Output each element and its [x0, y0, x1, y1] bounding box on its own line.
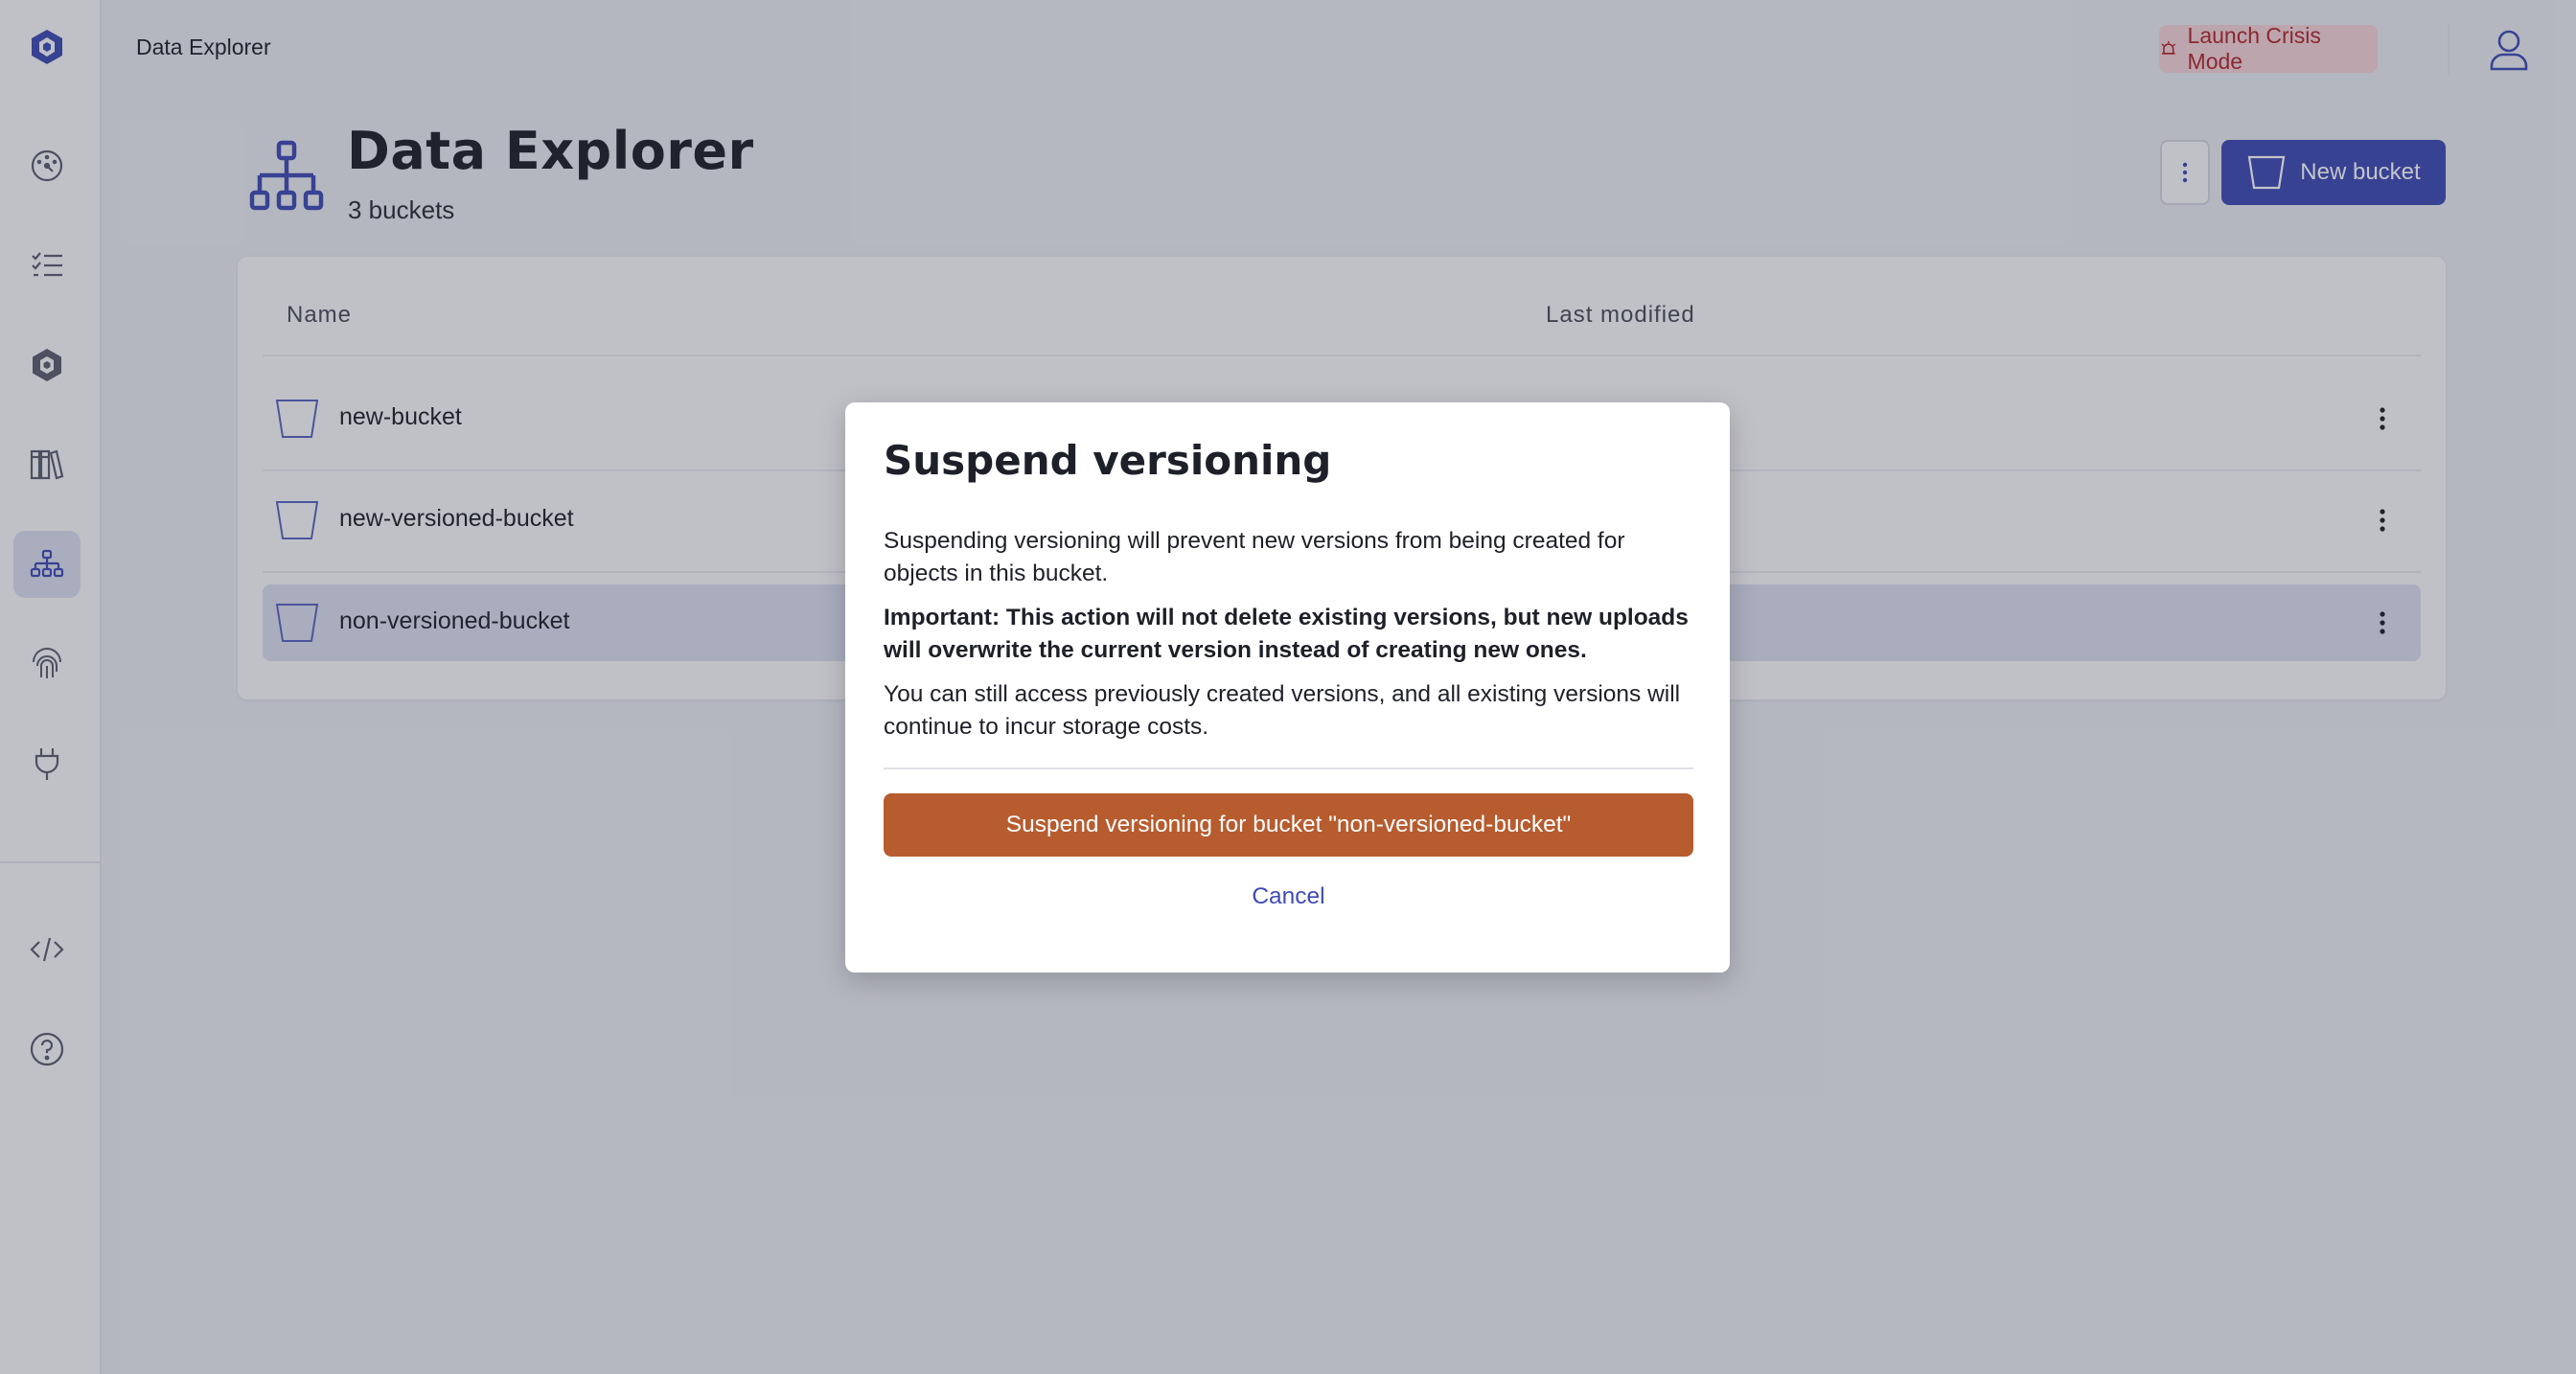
dialog-description: Suspending versioning will prevent new v… [884, 528, 1625, 586]
confirm-suspend-button[interactable]: Suspend versioning for bucket "non-versi… [884, 793, 1693, 857]
dialog-warning: Important: This action will not delete e… [884, 605, 1689, 663]
cancel-button[interactable]: Cancel [884, 876, 1693, 918]
dialog-divider [884, 767, 1693, 769]
suspend-versioning-dialog: Suspend versioning Suspending versioning… [845, 402, 1730, 973]
dialog-note: You can still access previously created … [884, 681, 1681, 740]
dialog-title: Suspend versioning [884, 437, 1332, 484]
